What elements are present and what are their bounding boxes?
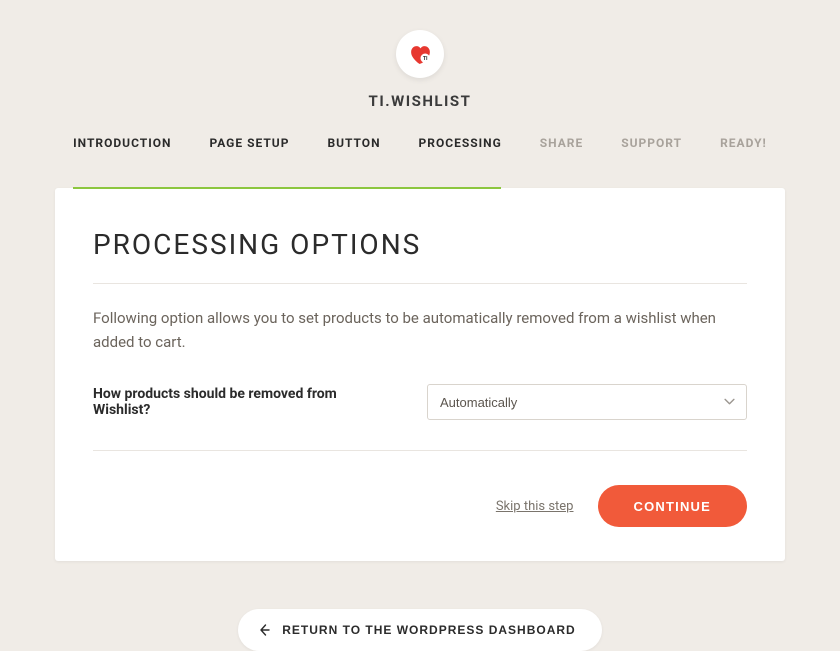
card-title: PROCESSING OPTIONS [93,228,747,261]
tab-ready[interactable]: READY! [720,136,767,158]
return-label: RETURN TO THE WORDPRESS DASHBOARD [282,623,575,637]
tab-progress-underline [73,187,501,189]
svg-text:TI: TI [422,56,427,62]
tab-introduction[interactable]: INTRODUCTION [73,136,171,158]
heart-icon: TI [408,42,433,67]
tab-page-setup[interactable]: PAGE SETUP [209,136,289,158]
tab-label: PROCESSING [419,136,502,150]
brand-title: TI.WISHLIST [369,92,472,110]
field-label: How products should be removed from Wish… [93,386,397,418]
tab-label: PAGE SETUP [209,136,289,150]
wizard-card: PROCESSING OPTIONS Following option allo… [55,188,785,561]
tab-support[interactable]: SUPPORT [621,136,682,158]
card-actions: Skip this step CONTINUE [93,485,747,527]
removal-select[interactable]: Automatically [427,384,747,420]
wizard-tabs: INTRODUCTION PAGE SETUP BUTTON PROCESSIN… [73,136,767,188]
tab-label: BUTTON [327,136,380,150]
tab-label: SHARE [540,136,583,150]
continue-button[interactable]: CONTINUE [598,485,748,527]
arrow-left-icon [258,624,270,636]
card-description: Following option allows you to set produ… [93,306,747,354]
divider [93,283,747,284]
divider [93,450,747,451]
brand-logo: TI [396,30,444,78]
tab-share[interactable]: SHARE [540,136,583,158]
tab-button[interactable]: BUTTON [327,136,380,158]
tab-processing[interactable]: PROCESSING [419,136,502,158]
field-row: How products should be removed from Wish… [93,384,747,420]
tab-label: SUPPORT [621,136,682,150]
tab-label: READY! [720,136,767,150]
skip-link[interactable]: Skip this step [496,499,574,514]
return-to-dashboard-button[interactable]: RETURN TO THE WORDPRESS DASHBOARD [238,609,601,651]
tab-label: INTRODUCTION [73,136,171,150]
removal-select-wrap: Automatically [427,384,747,420]
